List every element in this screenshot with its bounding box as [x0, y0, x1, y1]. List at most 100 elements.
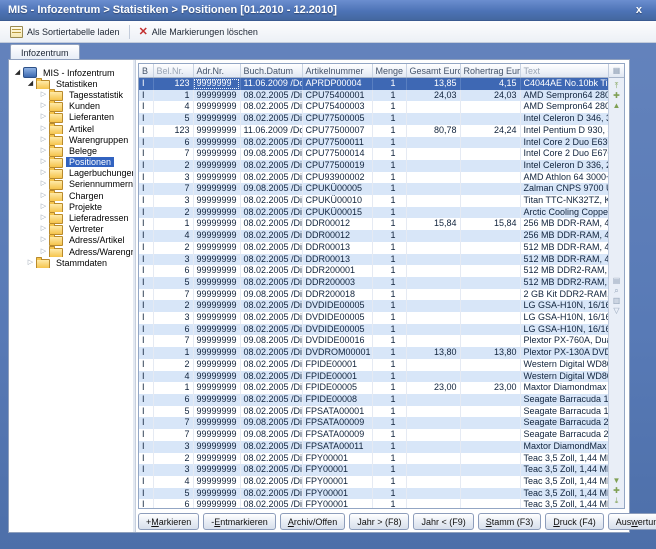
filter-icon[interactable]: ▽ [613, 306, 619, 315]
expand-arrow-icon[interactable]: ▷ [39, 180, 48, 188]
view-icon[interactable]: ▤ [613, 276, 621, 285]
tree-item-lieferanten[interactable]: ▷Lieferanten [11, 112, 133, 123]
tree-item-projekte[interactable]: ▷Projekte [11, 201, 133, 212]
button-stamm-f3[interactable]: Stamm (F3) [478, 513, 542, 530]
table-row[interactable]: I19999999908.02.2005 /DiCPU75400001124,0… [139, 90, 609, 102]
expand-arrow-icon[interactable]: ▷ [26, 259, 35, 267]
table-row[interactable]: I123999999911.06.2009 /DoAPRDP00004113,8… [139, 78, 609, 90]
table-row[interactable]: I19999999908.02.2005 /DiDVDROM00001113,8… [139, 347, 609, 359]
clear-marks-button[interactable]: ✕ Alle Markierungen löschen [133, 25, 264, 39]
column-header-adr-nr[interactable]: Adr.Nr. [193, 64, 240, 78]
table-row[interactable]: I49999999908.02.2005 /DiFPIDE000011Weste… [139, 371, 609, 383]
table-row[interactable]: I69999999908.02.2005 /DiFPY000011Teac 3,… [139, 499, 609, 509]
expand-arrow-icon[interactable]: ▷ [39, 125, 48, 133]
close-icon[interactable]: x [630, 4, 648, 16]
table-row[interactable]: I49999999908.02.2005 /DiDDR000121256 MB … [139, 230, 609, 242]
button-entmarkieren[interactable]: - Entmarkieren [203, 513, 276, 530]
table-row[interactable]: I29999999908.02.2005 /DiDDR000131512 MB … [139, 242, 609, 254]
table-row[interactable]: I29999999908.02.2005 /DiFPY000011Teac 3,… [139, 453, 609, 465]
collapse-arrow-icon[interactable]: ◢ [26, 80, 35, 88]
column-header-b[interactable]: B [139, 64, 153, 78]
tree-item-adress-warengruppen[interactable]: ▷Adress/Warengruppen [11, 246, 133, 257]
table-row[interactable]: I59999999908.02.2005 /DiDDR2000031512 MB… [139, 277, 609, 289]
tree-item-mis-infozentrum[interactable]: ◢MIS - Infozentrum [11, 67, 133, 78]
table-row[interactable]: I79999999909.08.2005 /DiFPSATA000091Seag… [139, 429, 609, 441]
collapse-arrow-icon[interactable]: ◢ [13, 69, 22, 77]
expand-arrow-icon[interactable]: ▷ [39, 214, 48, 222]
tree-item-artikel[interactable]: ▷Artikel [11, 123, 133, 134]
table-row[interactable]: I59999999908.02.2005 /DiFPSATA000011Seag… [139, 406, 609, 418]
table-row[interactable]: I19999999908.02.2005 /DiDDR00012115,8415… [139, 218, 609, 230]
table-row[interactable]: I69999999908.02.2005 /DiDDR2000011512 MB… [139, 265, 609, 277]
column-header-gesamt-euro[interactable]: Gesamt Euro [406, 64, 460, 78]
table-row[interactable]: I49999999908.02.2005 /DiFPY000011Teac 3,… [139, 476, 609, 488]
insert-row-icon[interactable]: ✚ [613, 486, 620, 495]
tree-item-positionen[interactable]: ▷Positionen [11, 157, 133, 168]
scroll-bottom-icon[interactable]: ⤓ [615, 496, 619, 505]
column-header-artikelnummer[interactable]: Artikelnummer [302, 64, 372, 78]
table-row[interactable]: I29999999908.02.2005 /DiCPU775000191Inte… [139, 160, 609, 172]
table-row[interactable]: I29999999908.02.2005 /DiCPUKÜ000151Arcti… [139, 207, 609, 219]
expand-arrow-icon[interactable]: ▷ [39, 225, 48, 233]
table-row[interactable]: I29999999908.02.2005 /DiFPIDE000011Weste… [139, 359, 609, 371]
tree-item-kunden[interactable]: ▷Kunden [11, 101, 133, 112]
chart-icon[interactable]: ▥ [613, 296, 621, 305]
expand-arrow-icon[interactable]: ▷ [39, 236, 48, 244]
tree-item-statistiken[interactable]: ◢Statistiken [11, 78, 133, 89]
expand-arrow-icon[interactable]: ▷ [39, 248, 48, 256]
expand-arrow-icon[interactable]: ▷ [39, 102, 48, 110]
tree-item-belege[interactable]: ▷Belege [11, 145, 133, 156]
expand-arrow-icon[interactable]: ▷ [39, 147, 48, 155]
tree-item-lieferadressen[interactable]: ▷Lieferadressen [11, 212, 133, 223]
button-markieren[interactable]: + Markieren [138, 513, 199, 530]
column-chooser-icon[interactable]: ▦ [613, 66, 621, 75]
scroll-up-icon[interactable]: ▲ [613, 101, 621, 110]
table-row[interactable]: I39999999908.02.2005 /DiCPUKÜ000101Titan… [139, 195, 609, 207]
table-row[interactable]: I79999999909.08.2005 /DiCPUKÜ000051Zalma… [139, 183, 609, 195]
column-header-text[interactable]: Text [520, 64, 609, 78]
button-auswertung[interactable]: Auswertung [608, 513, 656, 530]
tab-infozentrum[interactable]: Infozentrum [10, 44, 80, 59]
tree-item-stammdaten[interactable]: ▷Stammdaten [11, 257, 133, 268]
table-row[interactable]: I79999999909.08.2005 /DiDDR20001812 GB K… [139, 289, 609, 301]
button-jahr-f8[interactable]: Jahr > (F8) [349, 513, 409, 530]
table-row[interactable]: I59999999908.02.2005 /DiFPY000011Teac 3,… [139, 488, 609, 500]
table-row[interactable]: I19999999908.02.2005 /DiFPIDE00005123,00… [139, 382, 609, 394]
tree-item-vertreter[interactable]: ▷Vertreter [11, 224, 133, 235]
search-icon[interactable]: ⌕ [614, 286, 618, 295]
column-header-bel-nr[interactable]: Bel.Nr. [153, 64, 193, 78]
table-row[interactable]: I79999999909.08.2005 /DiCPU775000141Inte… [139, 148, 609, 160]
table-row[interactable]: I39999999908.02.2005 /DiDVDIDE000051LG G… [139, 312, 609, 324]
button-druck-f4[interactable]: Druck (F4) [545, 513, 604, 530]
table-row[interactable]: I69999999908.02.2005 /DiCPU775000111Inte… [139, 137, 609, 149]
column-header-menge[interactable]: Menge [372, 64, 406, 78]
expand-arrow-icon[interactable]: ▷ [39, 192, 48, 200]
table-row[interactable]: I79999999909.08.2005 /DiDVDIDE000161Plex… [139, 335, 609, 347]
column-header-rohertrag-euro[interactable]: Rohertrag Euro [460, 64, 520, 78]
button-jahr-f9[interactable]: Jahr < (F9) [413, 513, 473, 530]
expand-arrow-icon[interactable]: ▷ [39, 136, 48, 144]
table-row[interactable]: I29999999908.02.2005 /DiDVDIDE000051LG G… [139, 300, 609, 312]
table-row[interactable]: I79999999909.08.2005 /DiFPSATA000091Seag… [139, 417, 609, 429]
tree-item-adress-artikel[interactable]: ▷Adress/Artikel [11, 235, 133, 246]
tree-item-warengruppen[interactable]: ▷Warengruppen [11, 134, 133, 145]
table-row[interactable]: I39999999908.02.2005 /DiFPY000011Teac 3,… [139, 464, 609, 476]
column-header-buch-datum[interactable]: Buch.Datum [240, 64, 302, 78]
tree-item-chargen[interactable]: ▷Chargen [11, 190, 133, 201]
button-archiv-offen[interactable]: Archiv/Offen [280, 513, 345, 530]
expand-arrow-icon[interactable]: ▷ [39, 203, 48, 211]
expand-arrow-icon[interactable]: ▷ [39, 91, 48, 99]
table-row[interactable]: I39999999908.02.2005 /DiDDR000131512 MB … [139, 254, 609, 266]
table-row[interactable]: I69999999908.02.2005 /DiDVDIDE000051LG G… [139, 324, 609, 336]
table-row[interactable]: I1239999999911.06.2009 /DoCPU77500007180… [139, 125, 609, 137]
table-row[interactable]: I39999999908.02.2005 /DiFPSATA000111Maxt… [139, 441, 609, 453]
table-row[interactable]: I59999999908.02.2005 /DiCPU775000051Inte… [139, 113, 609, 125]
scroll-top-icon[interactable]: ⤒ [615, 81, 619, 90]
tree-item-seriennummern[interactable]: ▷Seriennummern [11, 179, 133, 190]
expand-arrow-icon[interactable]: ▷ [39, 158, 48, 166]
tree-item-lagerbuchungen[interactable]: ▷Lagerbuchungen [11, 168, 133, 179]
tree-item-tagesstatistik[interactable]: ▷Tagesstatistik [11, 89, 133, 100]
table-row[interactable]: I39999999908.02.2005 /DiCPU939000021AMD … [139, 172, 609, 184]
mark-row-icon[interactable]: ✚ [613, 91, 620, 100]
table-row[interactable]: I69999999908.02.2005 /DiFPIDE000081Seaga… [139, 394, 609, 406]
